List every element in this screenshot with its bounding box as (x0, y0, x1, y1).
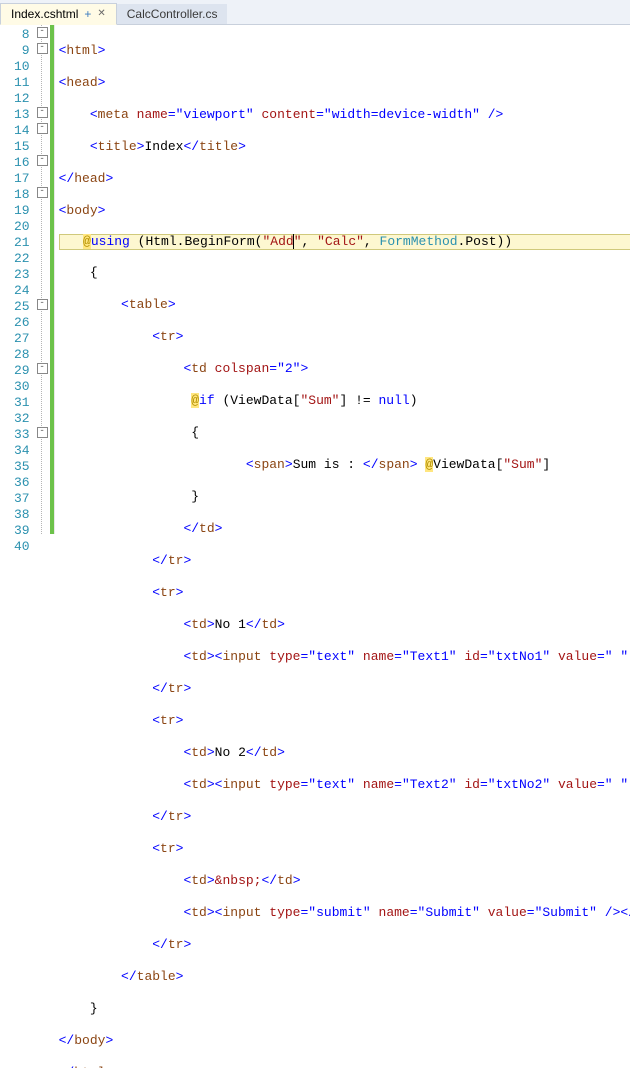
fold-toggle-icon[interactable]: - (37, 27, 48, 38)
tab-label: Index.cshtml (11, 7, 78, 21)
fold-toggle-icon[interactable]: - (37, 43, 48, 54)
fold-column: - - - - - - - - - (36, 25, 50, 534)
fold-toggle-icon[interactable]: - (37, 155, 48, 166)
fold-toggle-icon[interactable]: - (37, 299, 48, 310)
tab-active[interactable]: Index.cshtml + ✕ (0, 3, 117, 25)
fold-toggle-icon[interactable]: - (37, 187, 48, 198)
tab-inactive[interactable]: CalcController.cs (117, 4, 228, 24)
fold-toggle-icon[interactable]: - (37, 107, 48, 118)
code-body[interactable]: <html> <head> <meta name="viewport" cont… (55, 25, 630, 534)
current-line: @using (Html.BeginForm("Add", "Calc", Fo… (59, 234, 630, 250)
code-editor[interactable]: 8 9 10 11 12 13 14 15 16 17 18 19 20 21 … (0, 25, 630, 534)
tab-bar: Index.cshtml + ✕ CalcController.cs (0, 0, 630, 25)
change-bar (50, 25, 54, 534)
gutter: 8 9 10 11 12 13 14 15 16 17 18 19 20 21 … (0, 25, 55, 534)
fold-toggle-icon[interactable]: - (37, 123, 48, 134)
unsaved-icon: + (84, 7, 91, 21)
tab-label: CalcController.cs (127, 7, 218, 21)
fold-toggle-icon[interactable]: - (37, 363, 48, 374)
line-numbers: 8 9 10 11 12 13 14 15 16 17 18 19 20 21 … (0, 25, 36, 534)
close-icon[interactable]: ✕ (97, 9, 105, 19)
fold-toggle-icon[interactable]: - (37, 427, 48, 438)
